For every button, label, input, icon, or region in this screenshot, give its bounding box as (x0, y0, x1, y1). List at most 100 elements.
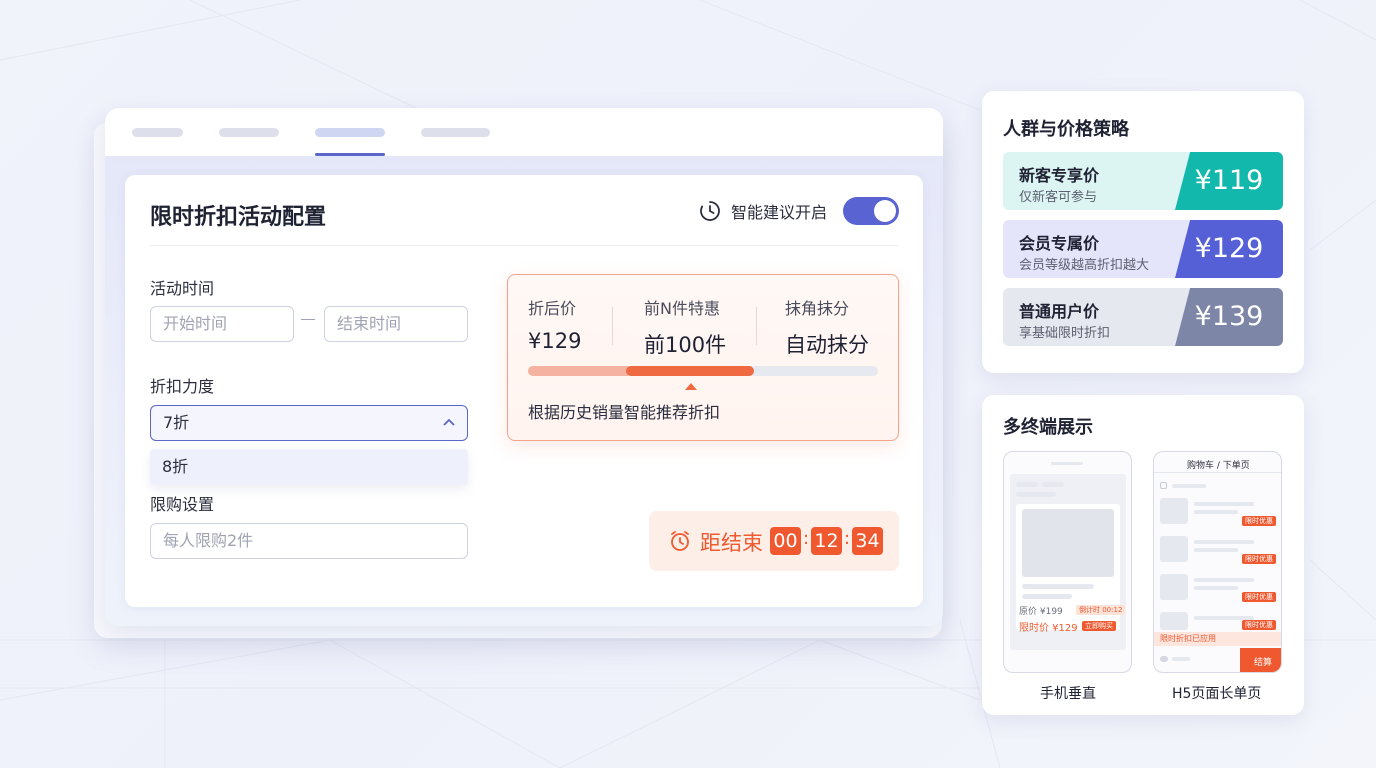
config-card: 限时折扣活动配置 智能建议开启 活动时间 开始时间 结束时间 折扣力度 7折 8… (125, 175, 923, 607)
tier-desc: 享基础限时折扣 (1019, 326, 1111, 341)
recommend-note: 根据历史销量智能推荐折扣 (528, 403, 721, 422)
toggle-knob (874, 200, 896, 222)
page-title: 限时折扣活动配置 (150, 205, 327, 230)
recommend-marker (685, 383, 697, 390)
placeholder-bar (1172, 657, 1190, 661)
smart-toggle-label: 智能建议开启 (730, 203, 827, 222)
metric-rounding: 抹角抹分 自动抹分 (785, 295, 869, 359)
discount-selected-value: 7折 (163, 413, 190, 432)
discount-applied-note: 限时折扣已应用 (1160, 634, 1216, 643)
smart-suggestion: 智能建议开启 (699, 197, 899, 225)
tier-name: 普通用户价 (1019, 302, 1100, 321)
countdown-hours: 00 (770, 527, 801, 555)
buy-button[interactable]: 立即购买 (1082, 621, 1116, 631)
h5-preview[interactable]: 购物车 / 下单页 限时优惠 限时优惠 限时优惠 限时优惠 限时折扣已应用 结算 (1153, 451, 1282, 673)
limit-input[interactable]: 每人限购2件 (150, 523, 468, 559)
tab-bar (105, 108, 943, 156)
bar-segment-light (528, 366, 628, 376)
discount-option-8[interactable]: 8折 (150, 449, 468, 485)
original-price: 原价 ¥199 (1019, 607, 1063, 617)
metric-first-n: 前N件特惠 前100件 (644, 295, 726, 359)
countdown-timer: 距结束 00 : 12 : 34 (649, 511, 899, 571)
active-tab-indicator (315, 153, 385, 156)
colon: : (803, 528, 810, 549)
multi-device-card: 多终端展示 原价 ¥199 倒计时 00:12 限时价 ¥129 立即购买 手机… (982, 395, 1304, 715)
metric-label: 抹角抹分 (785, 299, 850, 318)
placeholder-bar (1194, 578, 1254, 582)
placeholder-bar (1160, 656, 1168, 662)
devices-title: 多终端展示 (1003, 417, 1093, 438)
colon: : (844, 528, 851, 549)
placeholder-bar (1042, 482, 1064, 487)
product-image (1022, 509, 1114, 577)
h5-caption: H5页面长单页 (1172, 686, 1262, 702)
item-thumb (1160, 612, 1188, 630)
phone-speaker (1051, 462, 1083, 465)
placeholder-bar (1172, 484, 1206, 488)
discount-summary-panel: 折后价 ¥129 前N件特惠 前100件 抹角抹分 自动抹分 根据历史销量智能推… (507, 274, 899, 441)
placeholder-bar (1194, 540, 1254, 544)
tier-desc: 仅新客可参与 (1019, 190, 1098, 205)
chevron-up-icon (443, 418, 455, 426)
end-time-input[interactable]: 结束时间 (324, 306, 468, 342)
tier-price: ¥139 (1175, 288, 1283, 346)
metric-divider (612, 307, 613, 345)
tab-4[interactable] (421, 128, 490, 137)
placeholder-bar (1194, 510, 1238, 514)
countdown-badge: 倒计时 00:12 (1076, 605, 1126, 615)
metric-label: 前N件特惠 (644, 299, 720, 318)
discount-select[interactable]: 7折 (150, 405, 468, 441)
time-label: 活动时间 (150, 279, 215, 298)
tier-name: 新客专享价 (1019, 166, 1100, 185)
tier-member[interactable]: 会员专属价 会员等级越高折扣越大 ¥129 (1003, 220, 1283, 278)
tier-name: 会员专属价 (1019, 234, 1100, 253)
pricing-title: 人群与价格策略 (1003, 119, 1129, 140)
placeholder-bar (1194, 586, 1238, 590)
placeholder-bar (1022, 594, 1072, 599)
metric-price: 折后价 ¥129 (528, 295, 581, 353)
countdown-minutes: 12 (811, 527, 842, 555)
checkbox[interactable] (1160, 482, 1167, 489)
tab-1[interactable] (132, 128, 183, 137)
title-divider (150, 245, 898, 246)
main-window: 限时折扣活动配置 智能建议开启 活动时间 开始时间 结束时间 折扣力度 7折 8… (105, 108, 943, 626)
placeholder-bar (1016, 492, 1056, 497)
alarm-clock-icon (671, 531, 689, 551)
tier-price: ¥119 (1175, 152, 1283, 210)
item-thumb (1160, 498, 1188, 524)
start-time-input[interactable]: 开始时间 (150, 306, 294, 342)
tier-regular[interactable]: 普通用户价 享基础限时折扣 ¥139 (1003, 288, 1283, 346)
smart-toggle[interactable] (843, 197, 899, 225)
metric-value: 自动抹分 (785, 333, 869, 357)
metric-divider (756, 307, 757, 345)
header-divider (1154, 472, 1281, 473)
tab-3-active[interactable] (315, 128, 385, 137)
sale-tag: 限时优惠 (1242, 516, 1276, 526)
item-thumb (1160, 536, 1188, 562)
sale-price: 限时价 ¥129 (1019, 623, 1078, 634)
discount-range-bar (528, 366, 878, 376)
tab-2[interactable] (219, 128, 279, 137)
tier-price: ¥129 (1175, 220, 1283, 278)
item-thumb (1160, 574, 1188, 600)
bar-segment-recommended (626, 366, 754, 376)
discount-label: 折扣力度 (150, 377, 215, 396)
placeholder-bar (1016, 482, 1038, 487)
sale-tag: 限时优惠 (1242, 592, 1276, 602)
metric-value: ¥129 (528, 329, 582, 353)
tier-new-customer[interactable]: 新客专享价 仅新客可参与 ¥119 (1003, 152, 1283, 210)
sale-tag: 限时优惠 (1242, 620, 1276, 630)
placeholder-bar (1022, 584, 1094, 589)
phone-preview[interactable]: 原价 ¥199 倒计时 00:12 限时价 ¥129 立即购买 (1003, 451, 1132, 673)
placeholder-bar (1194, 502, 1254, 506)
sale-tag: 限时优惠 (1242, 554, 1276, 564)
metric-value: 前100件 (644, 333, 727, 357)
clock-icon (700, 201, 720, 221)
metric-label: 折后价 (528, 299, 577, 318)
countdown-seconds: 34 (852, 527, 883, 555)
countdown-label: 距结束 (700, 531, 763, 555)
pay-button[interactable]: 结算 (1254, 655, 1272, 668)
range-dash (301, 319, 315, 320)
pricing-strategy-card: 人群与价格策略 新客专享价 仅新客可参与 ¥119 会员专属价 会员等级越高折扣… (982, 91, 1304, 373)
tier-desc: 会员等级越高折扣越大 (1019, 258, 1150, 273)
